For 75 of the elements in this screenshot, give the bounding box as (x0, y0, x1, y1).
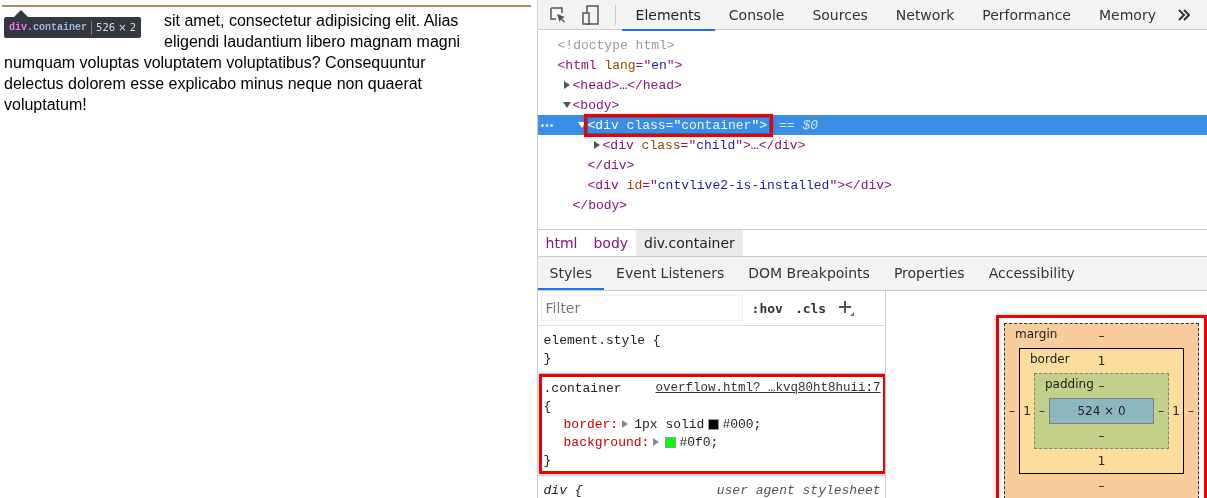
dom-node[interactable]: </div> (587, 157, 635, 173)
property-value: 1px solid (634, 416, 705, 432)
dom-node[interactable]: <div class="child">…</div> (602, 137, 806, 153)
source-label: user agent stylesheet (716, 482, 881, 498)
css-selector: div { (543, 482, 583, 498)
dom-node[interactable]: <head>…</head> (572, 77, 682, 93)
pane-tab[interactable]: Properties (881, 257, 977, 290)
color-value: #0f0; (679, 434, 719, 450)
paragraph-line: eligendi laudantium libero magnam magni (164, 33, 461, 50)
toggle-button[interactable]: .cls (792, 300, 829, 316)
new-rule-icon[interactable] (838, 300, 855, 316)
dom-node[interactable]: <div id="cntvlive2-is-installed"></div> (587, 177, 892, 193)
source-link[interactable]: overflow.html?_…kvq80ht8huii:7 (655, 381, 881, 395)
color-swatch[interactable] (665, 436, 677, 448)
box-value: – (1038, 404, 1046, 418)
pane-tab[interactable]: Event Listeners (604, 257, 737, 290)
more-icon[interactable] (540, 124, 553, 127)
inspect-icon[interactable] (548, 5, 567, 24)
paragraph-line: delectus dolorem esse explicabo minus neque non quaerat (4, 75, 423, 92)
paragraph-line: sit amet, consectetur adipisicing elit. Alias (164, 12, 459, 29)
tooltip-class: .container (27, 22, 88, 33)
color-swatch[interactable] (708, 418, 720, 430)
css-selector: element.style { (543, 332, 661, 348)
device-icon[interactable] (581, 4, 600, 25)
box-value: 1 (1022, 404, 1032, 418)
expand-triangle-icon[interactable] (622, 420, 629, 428)
tooltip-size: 526 × 2 (96, 22, 137, 33)
brace: } (543, 452, 552, 468)
tooltip-tag: div (9, 22, 27, 33)
breadcrumb[interactable]: div.container (636, 230, 743, 256)
box-value: – (1098, 429, 1105, 443)
box-value: – (1157, 404, 1165, 418)
dom-node[interactable]: <html lang="en"> (557, 57, 683, 73)
breadcrumb[interactable]: html (537, 230, 586, 256)
content-size: 524 × 0 (1049, 398, 1154, 424)
disclosure-triangle-icon[interactable] (562, 81, 571, 89)
panel-tab[interactable]: Network (881, 0, 969, 31)
box-label: margin (1015, 327, 1058, 341)
panel-tab[interactable]: Elements (621, 0, 715, 31)
panel-tab[interactable]: Memory (1085, 0, 1170, 31)
more-tabs-icon[interactable] (1177, 8, 1190, 21)
property-name: border: (563, 416, 619, 432)
panel-tab[interactable]: Console (714, 0, 799, 31)
box-value: – (1008, 404, 1016, 418)
panel-tab[interactable]: Sources (798, 0, 882, 31)
css-selector: .container (543, 380, 622, 396)
dom-node[interactable]: </body> (572, 197, 628, 213)
box-value: – (1098, 479, 1105, 493)
box-value: 1 (1097, 454, 1106, 468)
toggle-button[interactable]: :hov (749, 300, 785, 316)
brace: } (543, 350, 552, 366)
paragraph-line: voluptatum! (4, 96, 87, 113)
box-value: – (1098, 379, 1105, 393)
box-label: border (1030, 352, 1070, 366)
panel-tab[interactable]: Performance (968, 0, 1085, 31)
filter-field[interactable]: Filter (541, 296, 742, 320)
pane-tab[interactable]: DOM Breakpoints (736, 257, 882, 290)
pane-tab[interactable]: Accessibility (976, 257, 1087, 290)
box-value: 1 (1171, 404, 1181, 418)
box-value: – (1098, 329, 1105, 343)
disclosure-triangle-icon[interactable] (592, 141, 601, 149)
paragraph-line: numquam voluptas voluptatem voluptatibus? Consequuntur (4, 54, 426, 71)
property-name: background: (563, 434, 650, 450)
disclosure-triangle-icon[interactable] (562, 101, 571, 109)
expand-triangle-icon[interactable] (653, 438, 660, 446)
box-value: 1 (1097, 354, 1106, 368)
breadcrumb[interactable]: body (585, 230, 637, 256)
brace: { (543, 398, 552, 414)
box-value: – (1187, 404, 1195, 418)
pane-tab[interactable]: Styles (537, 257, 605, 290)
disclosure-triangle-icon[interactable] (577, 121, 586, 129)
color-value: #000; (722, 416, 762, 432)
node-reference: == $0 (779, 117, 819, 133)
dom-node[interactable]: <body> (572, 97, 620, 113)
box-label: padding (1045, 377, 1094, 391)
